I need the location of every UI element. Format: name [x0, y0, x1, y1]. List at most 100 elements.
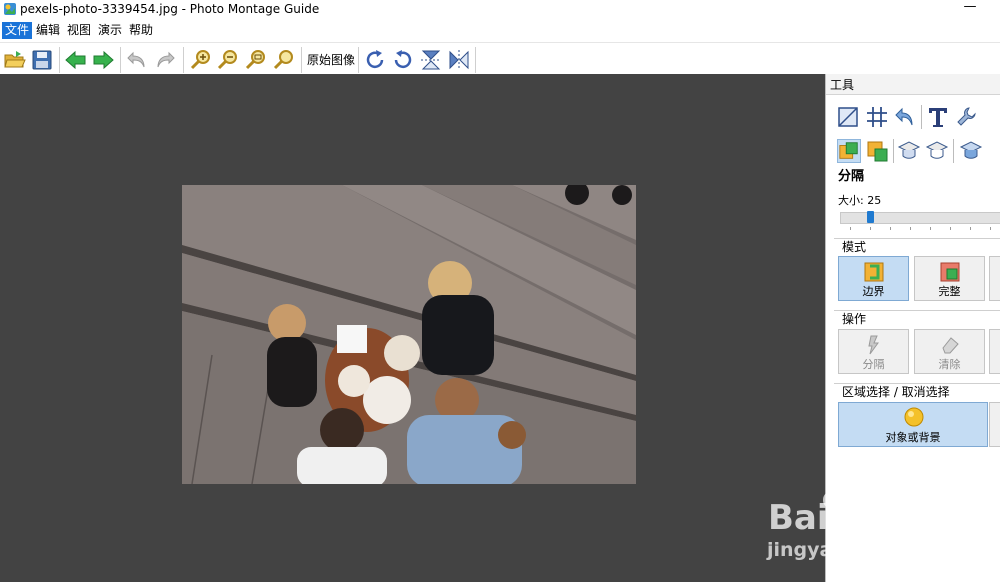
- zoom-fit-icon: [245, 50, 265, 70]
- undo-button[interactable]: [125, 48, 149, 72]
- operation-group-label: 操作: [842, 312, 867, 326]
- paste-object-icon: [867, 141, 888, 162]
- zoom-in-button[interactable]: [189, 48, 213, 72]
- flip-horizontal-button[interactable]: [447, 48, 471, 72]
- minimize-button[interactable]: —: [958, 0, 982, 18]
- region-more-button[interactable]: [989, 402, 1000, 447]
- mode-more-button[interactable]: [989, 256, 1000, 301]
- back-button[interactable]: [64, 48, 88, 72]
- save-button[interactable]: [30, 48, 54, 72]
- separate-object-icon: [839, 142, 858, 159]
- yellow-circle-icon: [904, 407, 924, 427]
- menu-edit[interactable]: 编辑: [33, 22, 63, 39]
- panel-separator: [893, 139, 894, 163]
- toolbar-separator: [120, 47, 121, 73]
- clear-button[interactable]: 清除: [914, 329, 985, 374]
- grid-tool-button[interactable]: [865, 105, 889, 129]
- watermark-bai: Bai: [768, 498, 829, 538]
- toolbar-separator: [358, 47, 359, 73]
- watermark-du: du: [863, 503, 895, 528]
- menu-file[interactable]: 文件: [2, 22, 33, 39]
- slider-tick: [910, 227, 911, 230]
- open-button[interactable]: [3, 48, 27, 72]
- panel-undo-button[interactable]: [893, 105, 917, 129]
- menu-view[interactable]: 视图: [64, 22, 94, 39]
- panel-header: 工具: [826, 74, 1000, 95]
- app-icon: [4, 3, 16, 15]
- separation-tool-button[interactable]: [837, 139, 861, 163]
- photo-image[interactable]: [182, 185, 636, 484]
- photo-illustration: [182, 185, 636, 484]
- mode-full-label: 完整: [938, 285, 961, 298]
- zoom-fit-button[interactable]: [244, 48, 268, 72]
- panel-separator: [953, 139, 954, 163]
- zoom-actual-button[interactable]: [272, 48, 296, 72]
- redo-button[interactable]: [153, 48, 177, 72]
- back-arrow-icon: [65, 50, 86, 70]
- rotate-right-icon: [366, 50, 384, 69]
- size-slider[interactable]: [840, 212, 1000, 224]
- zoom-actual-icon: [273, 50, 293, 70]
- text-icon: [929, 108, 947, 127]
- undo-icon: [127, 51, 145, 68]
- original-image-button[interactable]: 原始图像: [307, 52, 355, 68]
- rotate-left-icon: [394, 50, 412, 69]
- eraser-icon: [942, 337, 959, 354]
- forward-arrow-icon: [93, 50, 114, 70]
- title-bar: pexels-photo-3339454.jpg - Photo Montage…: [0, 0, 1000, 20]
- mode-full-button[interactable]: 完整: [914, 256, 985, 301]
- operation-more-button[interactable]: [989, 329, 1000, 374]
- menu-help[interactable]: 帮助: [126, 22, 156, 39]
- toolbar-separator: [301, 47, 302, 73]
- rotate-right-button[interactable]: [363, 48, 387, 72]
- watermark-url: jingyan.baidu.com: [767, 539, 965, 561]
- separation-title: 分隔: [838, 169, 865, 184]
- slider-tick: [970, 227, 971, 230]
- redo-icon: [157, 51, 175, 68]
- separate-button[interactable]: 分隔: [838, 329, 909, 374]
- menu-demo[interactable]: 演示: [95, 22, 125, 39]
- settings-tool-button[interactable]: [955, 105, 979, 129]
- slider-tick: [930, 227, 931, 230]
- open-folder-icon: [4, 51, 26, 68]
- rotate-left-button[interactable]: [391, 48, 415, 72]
- mode-border-button[interactable]: 边界: [838, 256, 909, 301]
- panel-title: 工具: [830, 78, 855, 92]
- mortarboard-icon: [959, 141, 983, 159]
- lightning-icon: [868, 335, 879, 355]
- group-divider: [834, 238, 1000, 239]
- crop-icon: [838, 107, 858, 127]
- slider-tick: [890, 227, 891, 230]
- slider-tick: [870, 227, 871, 230]
- image-canvas[interactable]: [0, 74, 825, 582]
- mask-tool-button-2[interactable]: [925, 139, 949, 163]
- flip-vertical-icon: [421, 50, 441, 70]
- paste-object-button[interactable]: [865, 139, 889, 163]
- slider-tick: [950, 227, 951, 230]
- toolbar-separator: [59, 47, 60, 73]
- forward-button[interactable]: [91, 48, 115, 72]
- object-or-background-button[interactable]: 对象或背景: [838, 402, 988, 447]
- zoom-in-icon: [190, 50, 210, 70]
- undo-icon: [895, 107, 913, 126]
- menu-bar: 文件 编辑 视图 演示 帮助: [0, 20, 1000, 41]
- zoom-out-button[interactable]: [216, 48, 240, 72]
- baidu-watermark: Bai du 经验 jingyan.baidu.com: [765, 470, 965, 568]
- separate-label: 分隔: [862, 358, 885, 371]
- grid-icon: [867, 107, 887, 127]
- text-tool-button[interactable]: [926, 105, 950, 129]
- toolbar-separator: [475, 47, 476, 73]
- full-mode-icon: [940, 262, 960, 282]
- size-slider-thumb[interactable]: [867, 211, 874, 223]
- mortarboard-icon: [925, 141, 949, 159]
- slider-tick: [990, 227, 991, 230]
- toolbar-separator: [183, 47, 184, 73]
- zoom-out-icon: [217, 50, 237, 70]
- mask-tool-button-1[interactable]: [897, 139, 921, 163]
- mode-group-label: 模式: [842, 240, 867, 254]
- crop-tool-button[interactable]: [836, 105, 860, 129]
- clear-label: 清除: [938, 358, 961, 371]
- flip-vertical-button[interactable]: [419, 48, 443, 72]
- mask-tool-button-3[interactable]: [959, 139, 983, 163]
- border-mode-icon: [864, 262, 884, 282]
